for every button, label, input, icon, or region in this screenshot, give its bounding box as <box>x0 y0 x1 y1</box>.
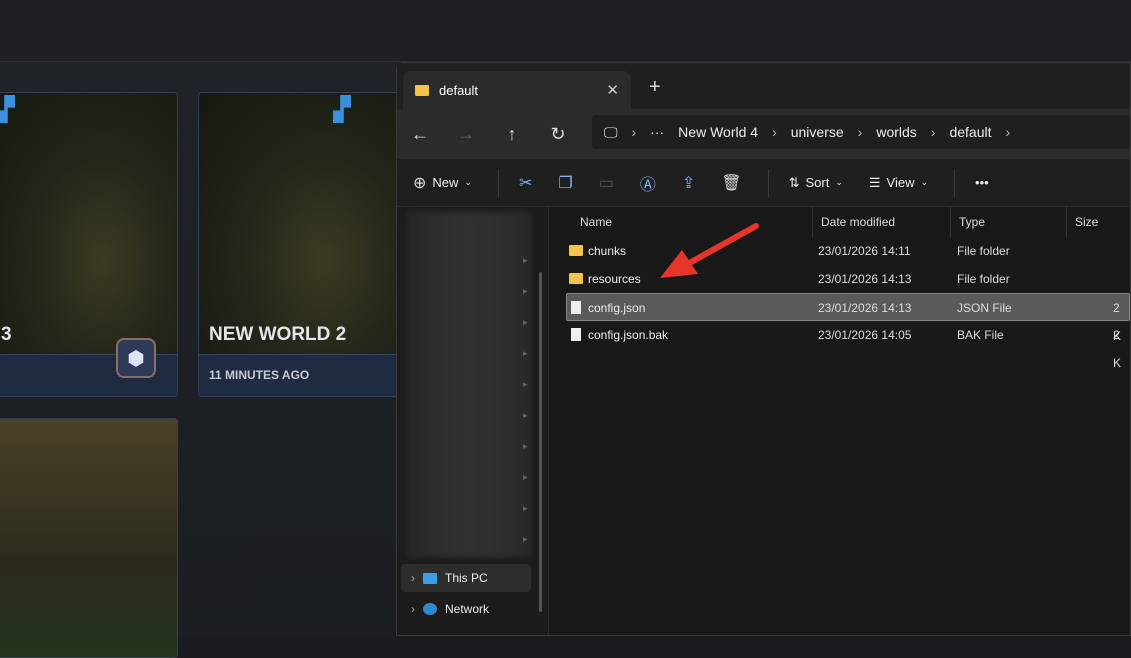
file-row[interactable]: config.json.bak 23/01/2026 14:05 BAK Fil… <box>550 321 1130 370</box>
tab-default[interactable]: default ✕ <box>403 71 631 109</box>
view-icon: ☰ <box>868 174 881 190</box>
trash-icon: 🗑 <box>721 174 742 192</box>
column-headers: Name Date modified Type Size <box>550 207 1130 237</box>
up-button[interactable]: ↑ <box>489 124 535 145</box>
sort-label: Sort <box>805 175 830 190</box>
breadcrumb-item[interactable]: universe <box>791 124 844 140</box>
paste-button[interactable]: ▭ <box>599 173 614 193</box>
column-size[interactable]: Size <box>1066 207 1131 237</box>
rename-button[interactable]: Ⓐ <box>640 171 656 195</box>
file-icon <box>571 328 581 341</box>
launcher-top-bar <box>0 0 1131 62</box>
forward-button[interactable]: → <box>443 124 489 145</box>
expand-arrows: ▸ ▸ ▸ ▸ ▸ ▸ ▸ ▸ ▸ ▸ <box>523 255 528 544</box>
world-card[interactable] <box>0 418 178 658</box>
address-bar[interactable]: 🖵 › ··· New World 4 › universe › worlds › de… <box>592 115 1130 149</box>
sidebar-item-label: Network <box>445 602 490 616</box>
share-button[interactable]: ⇪ <box>682 173 695 193</box>
sidebar-item-label: This PC <box>445 571 488 585</box>
tab-bar: default ✕ + <box>397 63 1130 109</box>
flag-icon <box>333 95 351 123</box>
file-icon <box>571 301 581 314</box>
new-button[interactable]: ⊕ New ⌄ <box>413 173 472 193</box>
file-date: 23/01/2026 14:05 <box>818 328 912 342</box>
world-title: NEW WORLD 2 <box>209 324 347 345</box>
chevron-right-icon: › <box>772 124 777 140</box>
file-row[interactable]: chunks 23/01/2026 14:11 File folder <box>550 237 1130 265</box>
rename-icon: Ⓐ <box>639 176 656 194</box>
folder-icon <box>569 273 583 284</box>
sidebar-item-network[interactable]: › Network <box>401 595 531 623</box>
network-icon <box>423 603 437 615</box>
back-button[interactable]: ← <box>397 124 443 145</box>
folder-icon <box>569 245 583 256</box>
file-name: config.json <box>588 301 646 315</box>
chevron-right-icon: › <box>631 124 637 140</box>
cut-button[interactable]: ✂ <box>519 173 532 193</box>
navigation-pane: ▸ ▸ ▸ ▸ ▸ ▸ ▸ ▸ ▸ ▸ › This PC › Network <box>397 207 549 635</box>
view-button[interactable]: ☰ View ⌄ <box>869 175 928 191</box>
computer-icon <box>423 572 437 584</box>
delete-button[interactable]: 🗑 <box>721 173 741 193</box>
column-type[interactable]: Type <box>950 207 1066 237</box>
file-name: resources <box>588 272 641 286</box>
folder-icon <box>415 84 429 96</box>
file-type: File folder <box>957 244 1010 258</box>
flag-icon <box>0 95 15 123</box>
new-tab-button[interactable]: + <box>649 76 661 99</box>
file-type: BAK File <box>957 328 1004 342</box>
world-title: 3 <box>1 324 12 345</box>
file-date: 23/01/2026 14:13 <box>818 301 912 315</box>
close-tab-button[interactable]: ✕ <box>606 81 619 99</box>
share-icon: ⇪ <box>681 174 696 192</box>
more-options-button[interactable]: ••• <box>975 175 989 190</box>
navigation-bar: ← → ↑ ↻ 🖵 › ··· New World 4 › universe › wo… <box>397 109 1130 159</box>
computer-icon: 🖵 <box>604 123 618 140</box>
copy-button[interactable]: ❐ <box>558 173 572 193</box>
file-list: Name Date modified Type Size chunks 23/0… <box>550 207 1130 635</box>
breadcrumb-item[interactable]: New World 4 <box>678 124 758 140</box>
file-name: config.json.bak <box>588 328 669 342</box>
file-type: JSON File <box>957 301 1012 315</box>
plus-circle-icon: ⊕ <box>413 174 427 192</box>
chevron-right-icon: › <box>930 124 936 140</box>
new-label: New <box>432 175 459 190</box>
blurred-quick-access <box>407 212 531 557</box>
card-footer: 11 MINUTES AGO <box>199 354 407 396</box>
file-date: 23/01/2026 14:11 <box>818 244 911 258</box>
file-row[interactable]: config.json 23/01/2026 14:13 JSON File 2… <box>566 293 1130 343</box>
file-row[interactable]: resources 23/01/2026 14:13 File folder <box>550 265 1130 293</box>
red-annotation-arrow <box>660 223 759 278</box>
breadcrumb-item[interactable]: worlds <box>876 124 916 140</box>
world-card[interactable]: NEW WORLD 2 11 MINUTES AGO <box>198 92 408 397</box>
copy-icon: ❐ <box>558 174 573 192</box>
file-date: 23/01/2026 14:13 <box>818 272 912 286</box>
world-last-played: 11 MINUTES AGO <box>209 368 310 382</box>
breadcrumb-item[interactable]: default <box>949 124 991 140</box>
sort-icon: ⇅ <box>788 174 800 190</box>
file-size: 2 K <box>1113 328 1122 370</box>
column-date-modified[interactable]: Date modified <box>812 207 950 237</box>
scissors-icon: ✂ <box>518 174 533 192</box>
sidebar-scrollbar[interactable] <box>539 272 542 612</box>
sidebar-item-this-pc[interactable]: › This PC <box>401 564 531 592</box>
chevron-right-icon: › <box>1005 124 1011 140</box>
tab-title: default <box>439 82 479 98</box>
file-explorer-window: default ✕ + ← → ↑ ↻ 🖵 › ··· New World 4 › … <box>396 62 1131 636</box>
cube-icon: ⬢ <box>116 338 156 378</box>
chevron-right-icon: › <box>857 124 863 140</box>
file-type: File folder <box>957 272 1010 286</box>
sort-button[interactable]: ⇅ Sort ⌄ <box>789 175 843 191</box>
command-bar: ⊕ New ⌄ ✂ ❐ ▭ Ⓐ ⇪ 🗑 ⇅ Sort ⌄ ☰ View ⌄ ••• <box>397 159 1130 207</box>
refresh-button[interactable]: ↻ <box>535 124 581 145</box>
view-label: View <box>886 175 915 190</box>
paste-icon: ▭ <box>598 174 614 192</box>
more-path-button[interactable]: ··· <box>650 124 664 140</box>
file-name: chunks <box>588 244 627 258</box>
